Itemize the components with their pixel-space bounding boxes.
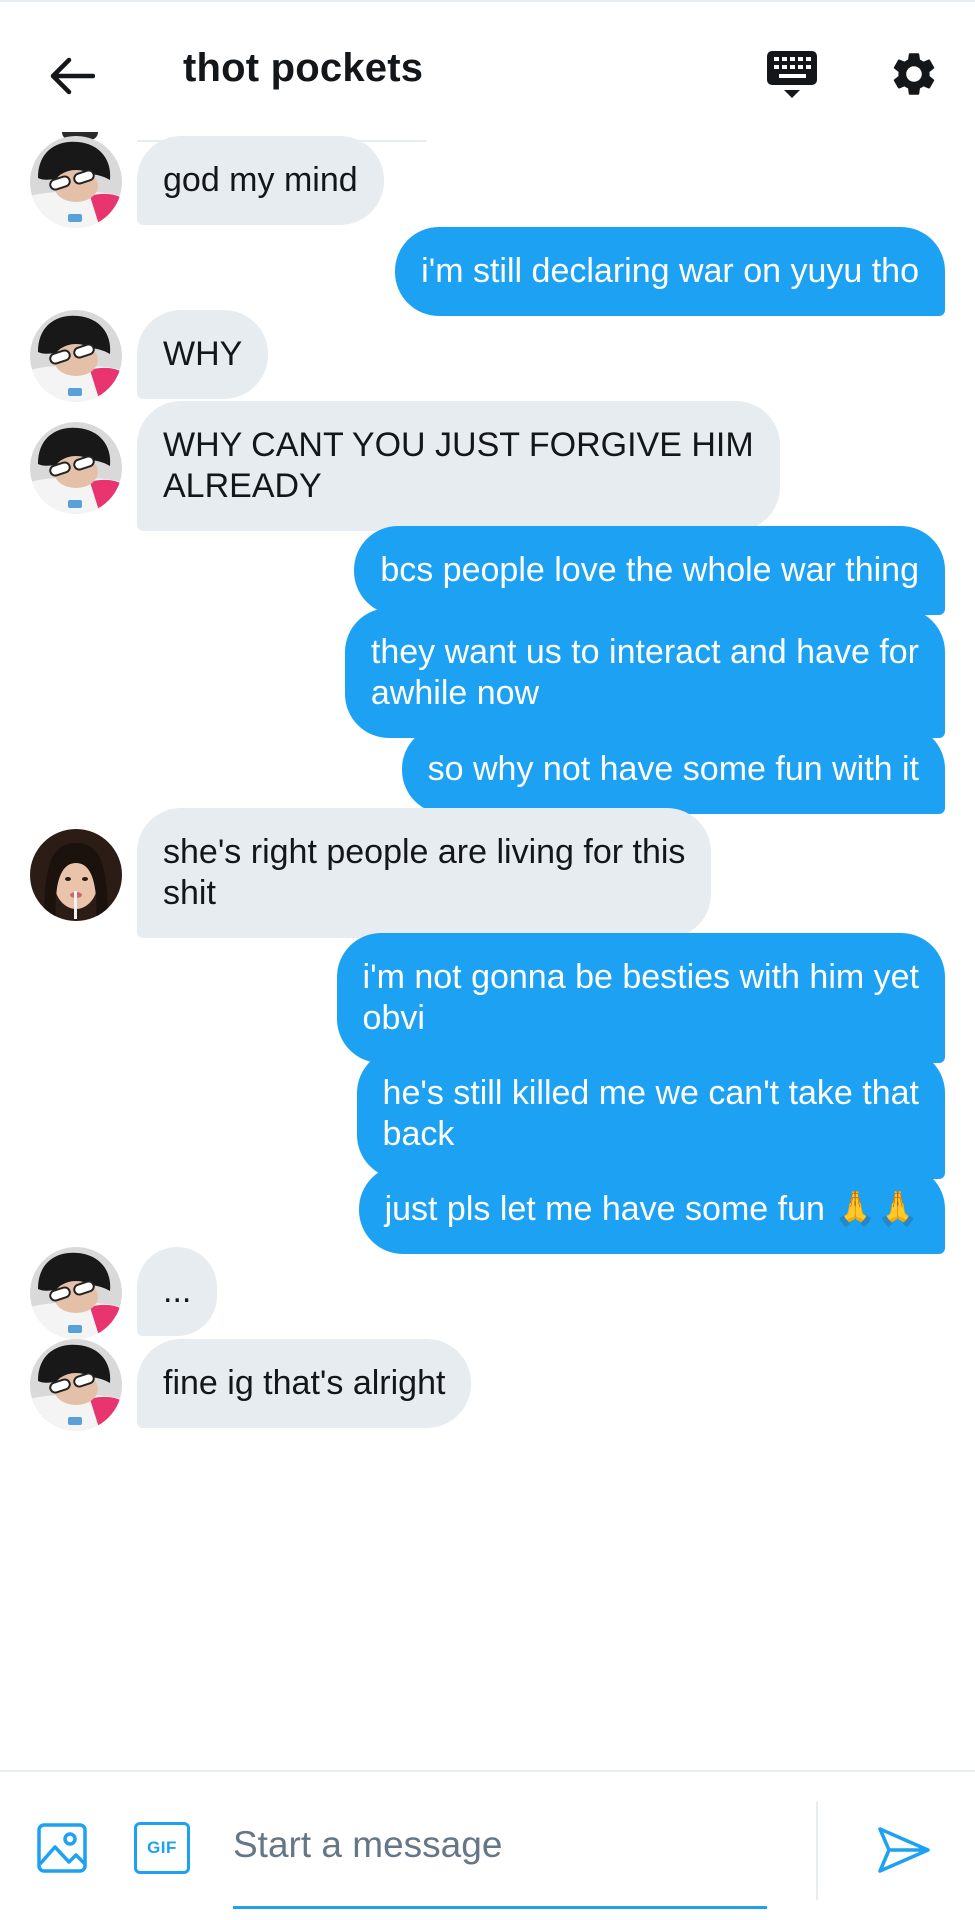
message-bubble[interactable]: i'm not gonna be besties with him yet ob… [336, 933, 945, 1063]
message-bubble[interactable]: she's right people are living for this s… [137, 808, 712, 938]
avatar[interactable] [30, 136, 122, 228]
conversation-title: thot pockets [183, 46, 424, 90]
outgoing-message: they want us to interact and have for aw… [0, 608, 975, 742]
outgoing-message: he's still killed me we can't take that … [0, 1049, 975, 1183]
message-bubble[interactable]: so why not have some fun with it [401, 725, 945, 814]
send-icon [878, 1827, 930, 1873]
outgoing-message: just pls let me have some fun 🙏🙏 [0, 1165, 975, 1257]
message-bubble[interactable]: bcs people love the whole war thing [354, 526, 945, 615]
incoming-message: fine ig that's alright [0, 1339, 975, 1431]
incoming-message: ... [0, 1247, 975, 1339]
top-divider [0, 0, 975, 2]
message-input[interactable] [233, 1808, 767, 1882]
incoming-message: WHY CANT YOU JUST FORGIVE HIM ALREADY [0, 401, 975, 535]
avatar[interactable] [30, 1247, 122, 1339]
incoming-message: WHY [0, 310, 975, 402]
avatar[interactable] [30, 310, 122, 402]
back-button[interactable] [40, 44, 104, 108]
message-bubble[interactable]: he's still killed me we can't take that … [356, 1049, 945, 1179]
keyboard-icon [767, 51, 817, 98]
avatar[interactable] [30, 829, 122, 921]
send-button[interactable] [872, 1818, 936, 1882]
message-bubble[interactable]: god my mind [137, 136, 384, 225]
gear-icon [893, 53, 935, 95]
gif-button[interactable]: GIF [134, 1822, 190, 1874]
outgoing-message: bcs people love the whole war thing [0, 526, 975, 618]
outgoing-message: i'm still declaring war on yuyu tho [0, 227, 975, 319]
composer-divider [816, 1802, 818, 1900]
message-bubble[interactable]: fine ig that's alright [137, 1339, 472, 1428]
incoming-message: she's right people are living for this s… [0, 808, 975, 942]
add-media-button[interactable] [34, 1820, 90, 1876]
keyboard-toggle-button[interactable] [760, 42, 824, 106]
message-bubble[interactable]: ... [137, 1247, 218, 1336]
avatar[interactable] [30, 422, 122, 514]
message-bubble[interactable]: they want us to interact and have for aw… [344, 608, 945, 738]
message-bubble[interactable]: just pls let me have some fun 🙏🙏 [358, 1165, 945, 1254]
avatar[interactable] [30, 1339, 122, 1431]
input-focus-underline [233, 1906, 767, 1909]
message-bubble[interactable]: i'm still declaring war on yuyu tho [395, 227, 945, 316]
image-icon [37, 1823, 87, 1873]
message-bubble[interactable]: WHY CANT YOU JUST FORGIVE HIM ALREADY [137, 401, 780, 531]
message-thread[interactable]: god my mind i'm still declaring war on yu… [0, 120, 975, 1770]
chat-header: thot pockets [0, 0, 975, 140]
message-bubble[interactable]: WHY [137, 310, 269, 399]
outgoing-message: so why not have some fun with it [0, 725, 975, 817]
message-composer: GIF [0, 1770, 975, 1920]
incoming-message: god my mind [0, 136, 975, 228]
outgoing-message: i'm not gonna be besties with him yet ob… [0, 933, 975, 1067]
arrow-left-icon [50, 57, 95, 95]
settings-button[interactable] [882, 42, 946, 106]
